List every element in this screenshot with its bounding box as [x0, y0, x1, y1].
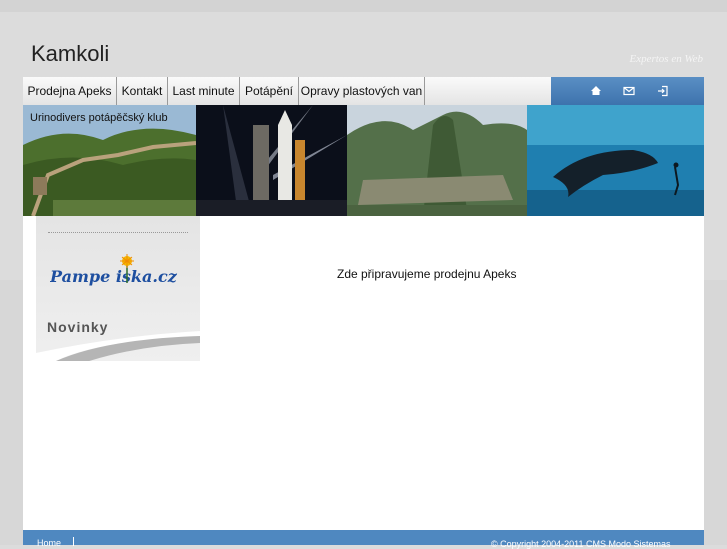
footer-bar: Home © Copyright 2004-2011 CMS Modo Sist…: [23, 530, 704, 549]
sidebar-swoosh: [36, 331, 200, 361]
nav-item-last-minute[interactable]: Last minute: [168, 77, 240, 105]
header-banner: Urinodivers potápěčský klub: [23, 105, 704, 216]
nav-item-kontakt[interactable]: Kontakt: [117, 77, 168, 105]
nav-item-potapeni[interactable]: Potápění: [240, 77, 299, 105]
nav-icon-bar: [551, 77, 704, 105]
nav-item-opravy[interactable]: Opravy plastových van: [299, 77, 425, 105]
site-title[interactable]: Kamkoli: [31, 41, 109, 67]
footer-copyright: © Copyright 2004-2011 CMS Modo Sistemas: [491, 539, 671, 549]
tagline: Expertos en Web: [629, 53, 703, 65]
mail-icon[interactable]: [621, 83, 637, 99]
svg-text:Pampe iska.cz: Pampe iska.cz: [50, 267, 178, 286]
nav-item-prodejna-apeks[interactable]: Prodejna Apeks: [23, 77, 117, 105]
main-nav: Prodejna Apeks Kontakt Last minute Potáp…: [23, 77, 704, 105]
pampeliska-logo[interactable]: Pampe iska.cz: [49, 252, 182, 297]
sidebar: Pampe iska.cz Novinky: [36, 216, 200, 361]
page-wrapper: Prodejna Apeks Kontakt Last minute Potáp…: [23, 77, 704, 549]
footer-home-link[interactable]: Home: [37, 538, 61, 548]
sidebar-divider: [48, 232, 188, 233]
main-content-text: Zde připravujeme prodejnu Apeks: [337, 267, 517, 281]
banner-club-name: Urinodivers potápěčský klub: [30, 112, 168, 124]
login-icon[interactable]: [655, 83, 671, 99]
background-band-top: [0, 0, 727, 12]
home-icon[interactable]: [588, 83, 604, 99]
